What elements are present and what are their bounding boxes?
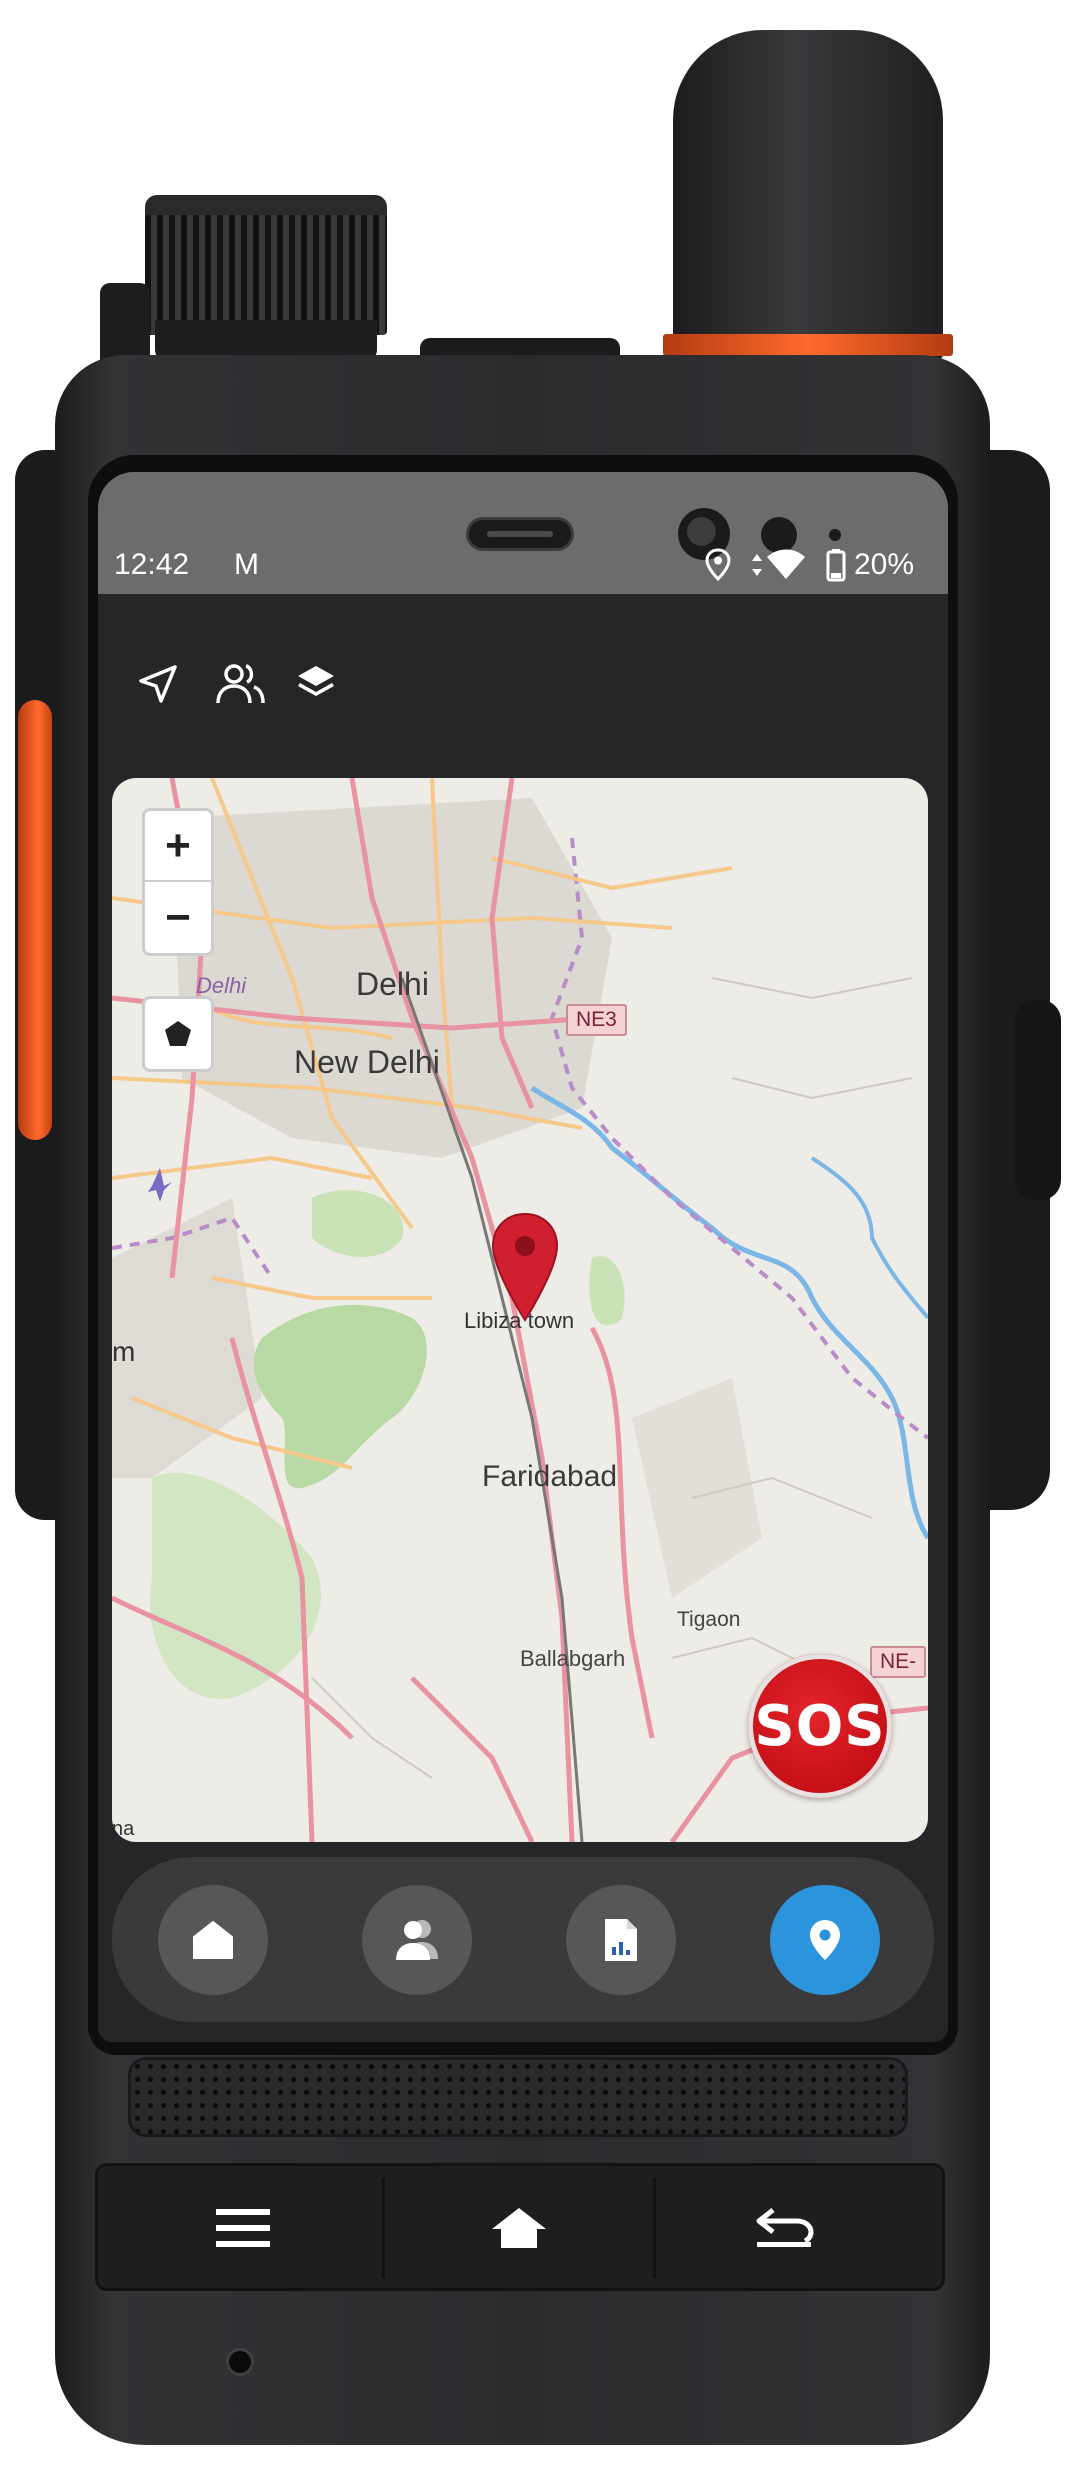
map-marker-pin-icon[interactable]	[490, 1212, 560, 1322]
side-button-right[interactable]	[1015, 1000, 1061, 1200]
sos-button[interactable]: SOS	[748, 1654, 892, 1798]
map-label: Faridabad	[482, 1460, 618, 1493]
speaker-grille	[128, 2057, 908, 2137]
location-pin-icon	[810, 1920, 840, 1960]
layers-icon[interactable]	[294, 662, 338, 706]
microphone-hole	[226, 2348, 254, 2376]
group-icon[interactable]	[214, 662, 266, 706]
highway-shield: NE-	[870, 1646, 927, 1678]
earpiece	[466, 517, 574, 551]
status-indicator: M	[234, 548, 259, 581]
zoom-in-button[interactable]: +	[142, 808, 214, 883]
map-label: Tigaon	[677, 1608, 741, 1631]
home-icon	[492, 2208, 546, 2248]
map-label: Ballabgarh	[520, 1646, 626, 1671]
hardware-menu-key[interactable]	[118, 2178, 368, 2278]
map-label: m	[112, 1336, 136, 1367]
nav-reports-button[interactable]	[566, 1885, 676, 1995]
back-icon	[756, 2208, 814, 2247]
map-label: Delhi	[356, 966, 429, 1002]
highway-shield: NE3	[566, 1004, 627, 1036]
home-icon	[193, 1921, 233, 1959]
battery-icon	[826, 549, 846, 582]
polygon-icon	[165, 1021, 191, 1046]
zoom-out-button[interactable]: −	[142, 881, 214, 956]
data-arrows-icon	[752, 554, 762, 576]
status-time: 12:42	[114, 548, 190, 581]
nav-home-button[interactable]	[158, 1885, 268, 1995]
map-view[interactable]: Delhi Delhi New Delhi Libiza town Farida…	[112, 778, 928, 1842]
device-right-side	[985, 450, 1050, 1510]
wifi-icon	[767, 549, 805, 579]
location-icon	[705, 548, 731, 582]
bottom-nav	[112, 1857, 934, 2022]
status-bar: 12:42 M 20%	[98, 472, 948, 594]
hardware-back-key[interactable]	[658, 2178, 908, 2278]
nav-location-button[interactable]	[770, 1885, 880, 1995]
navigate-icon[interactable]	[136, 662, 180, 706]
nav-contacts-button[interactable]	[362, 1885, 472, 1995]
contacts-icon	[396, 1920, 438, 1960]
hardware-home-key[interactable]	[382, 2178, 656, 2278]
map-label: New Delhi	[294, 1044, 440, 1080]
report-icon	[605, 1919, 637, 1961]
volume-knob-base	[155, 320, 377, 360]
screen: 12:42 M 20% Delhi Delhi New Delhi Libiza…	[98, 472, 948, 2042]
antenna-band	[663, 334, 953, 356]
draw-polygon-button[interactable]	[142, 996, 214, 1072]
map-label: na	[112, 1818, 135, 1840]
device-antenna	[673, 30, 943, 360]
menu-icon	[216, 2209, 270, 2247]
hardware-keys	[95, 2163, 945, 2291]
volume-knob[interactable]	[145, 215, 387, 335]
ptt-key[interactable]	[18, 700, 52, 1140]
proximity-sensor	[829, 529, 841, 541]
battery-percent: 20%	[854, 548, 915, 581]
